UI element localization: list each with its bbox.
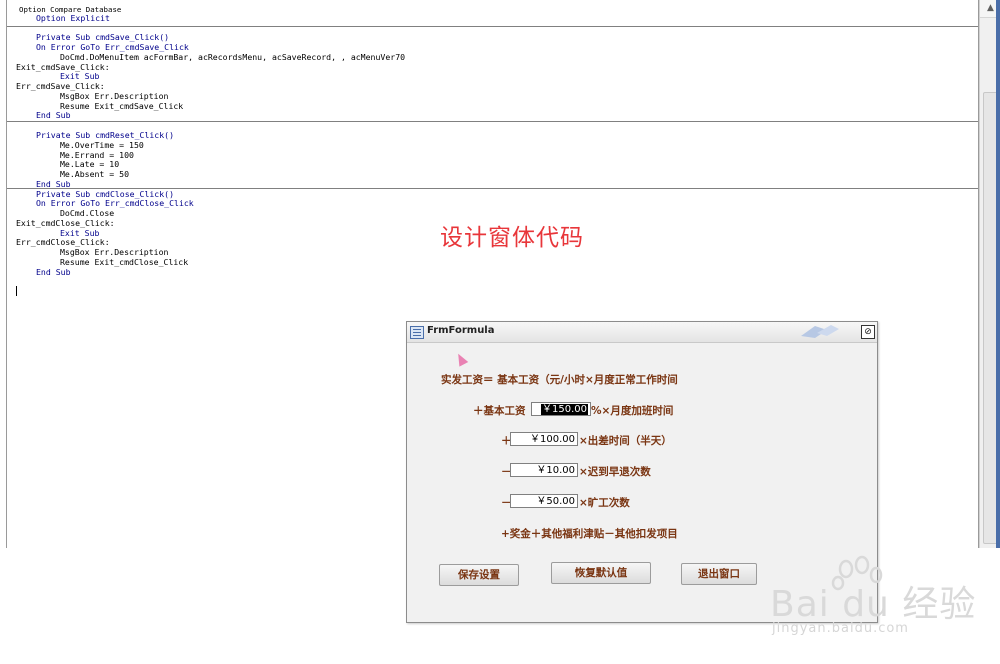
editor-margin-bar [0, 0, 7, 548]
errand-field[interactable]: ￥100.00 [510, 432, 578, 446]
row2-suffix: ×出差时间（半天） [579, 435, 672, 447]
row3-suffix: ×迟到早退次数 [579, 466, 651, 478]
late-field[interactable]: ￥10.00 [510, 463, 578, 477]
text-caret [16, 286, 17, 296]
form-title: FrmFormula [427, 325, 495, 336]
overtime-rate-field[interactable]: ￥150.00 [531, 402, 591, 416]
code-line: End Sub [36, 267, 71, 277]
code-line: Option Explicit [36, 13, 110, 23]
watermark-url: jingyan.baidu.com [772, 621, 909, 636]
procedure-separator [7, 26, 978, 27]
row4-suffix: ×旷工次数 [579, 497, 630, 509]
code-line: DoCmd.DoMenuItem acFormBar, acRecordsMen… [60, 52, 406, 62]
close-button[interactable]: ⊘ [861, 325, 875, 339]
procedure-separator [7, 121, 978, 122]
baidu-watermark: Bai du 经验 jingyan.baidu.com [760, 555, 1000, 655]
windows-logo-icon [801, 325, 839, 338]
watermark-text: Bai du 经验 [770, 584, 977, 625]
code-line: Resume Exit_cmdClose_Click [60, 257, 189, 267]
exit-window-button[interactable]: 退出窗口 [681, 563, 757, 585]
form-icon [410, 326, 424, 339]
row1-prefix: ＋基本工资 [473, 405, 526, 417]
formula-footer: +奖金＋其他福利津贴－其他扣发项目 [501, 528, 678, 540]
save-settings-button[interactable]: 保存设置 [439, 564, 519, 586]
caption-text: 设计窗体代码 [440, 225, 584, 251]
overtime-rate-value: ￥150.00 [541, 404, 588, 415]
restore-defaults-button[interactable]: 恢复默认值 [551, 562, 651, 584]
form-titlebar[interactable]: FrmFormula ⊘ [407, 322, 877, 343]
absent-field[interactable]: ￥50.00 [510, 494, 578, 508]
code-line: Resume Exit_cmdSave_Click [60, 101, 184, 111]
window-edge [996, 0, 1000, 548]
formula-heading: 实发工资＝ 基本工资（元/小时×月度正常工作时间 [441, 374, 678, 386]
code-line: End Sub [36, 110, 71, 120]
row1-suffix: %×月度加班时间 [591, 405, 674, 417]
